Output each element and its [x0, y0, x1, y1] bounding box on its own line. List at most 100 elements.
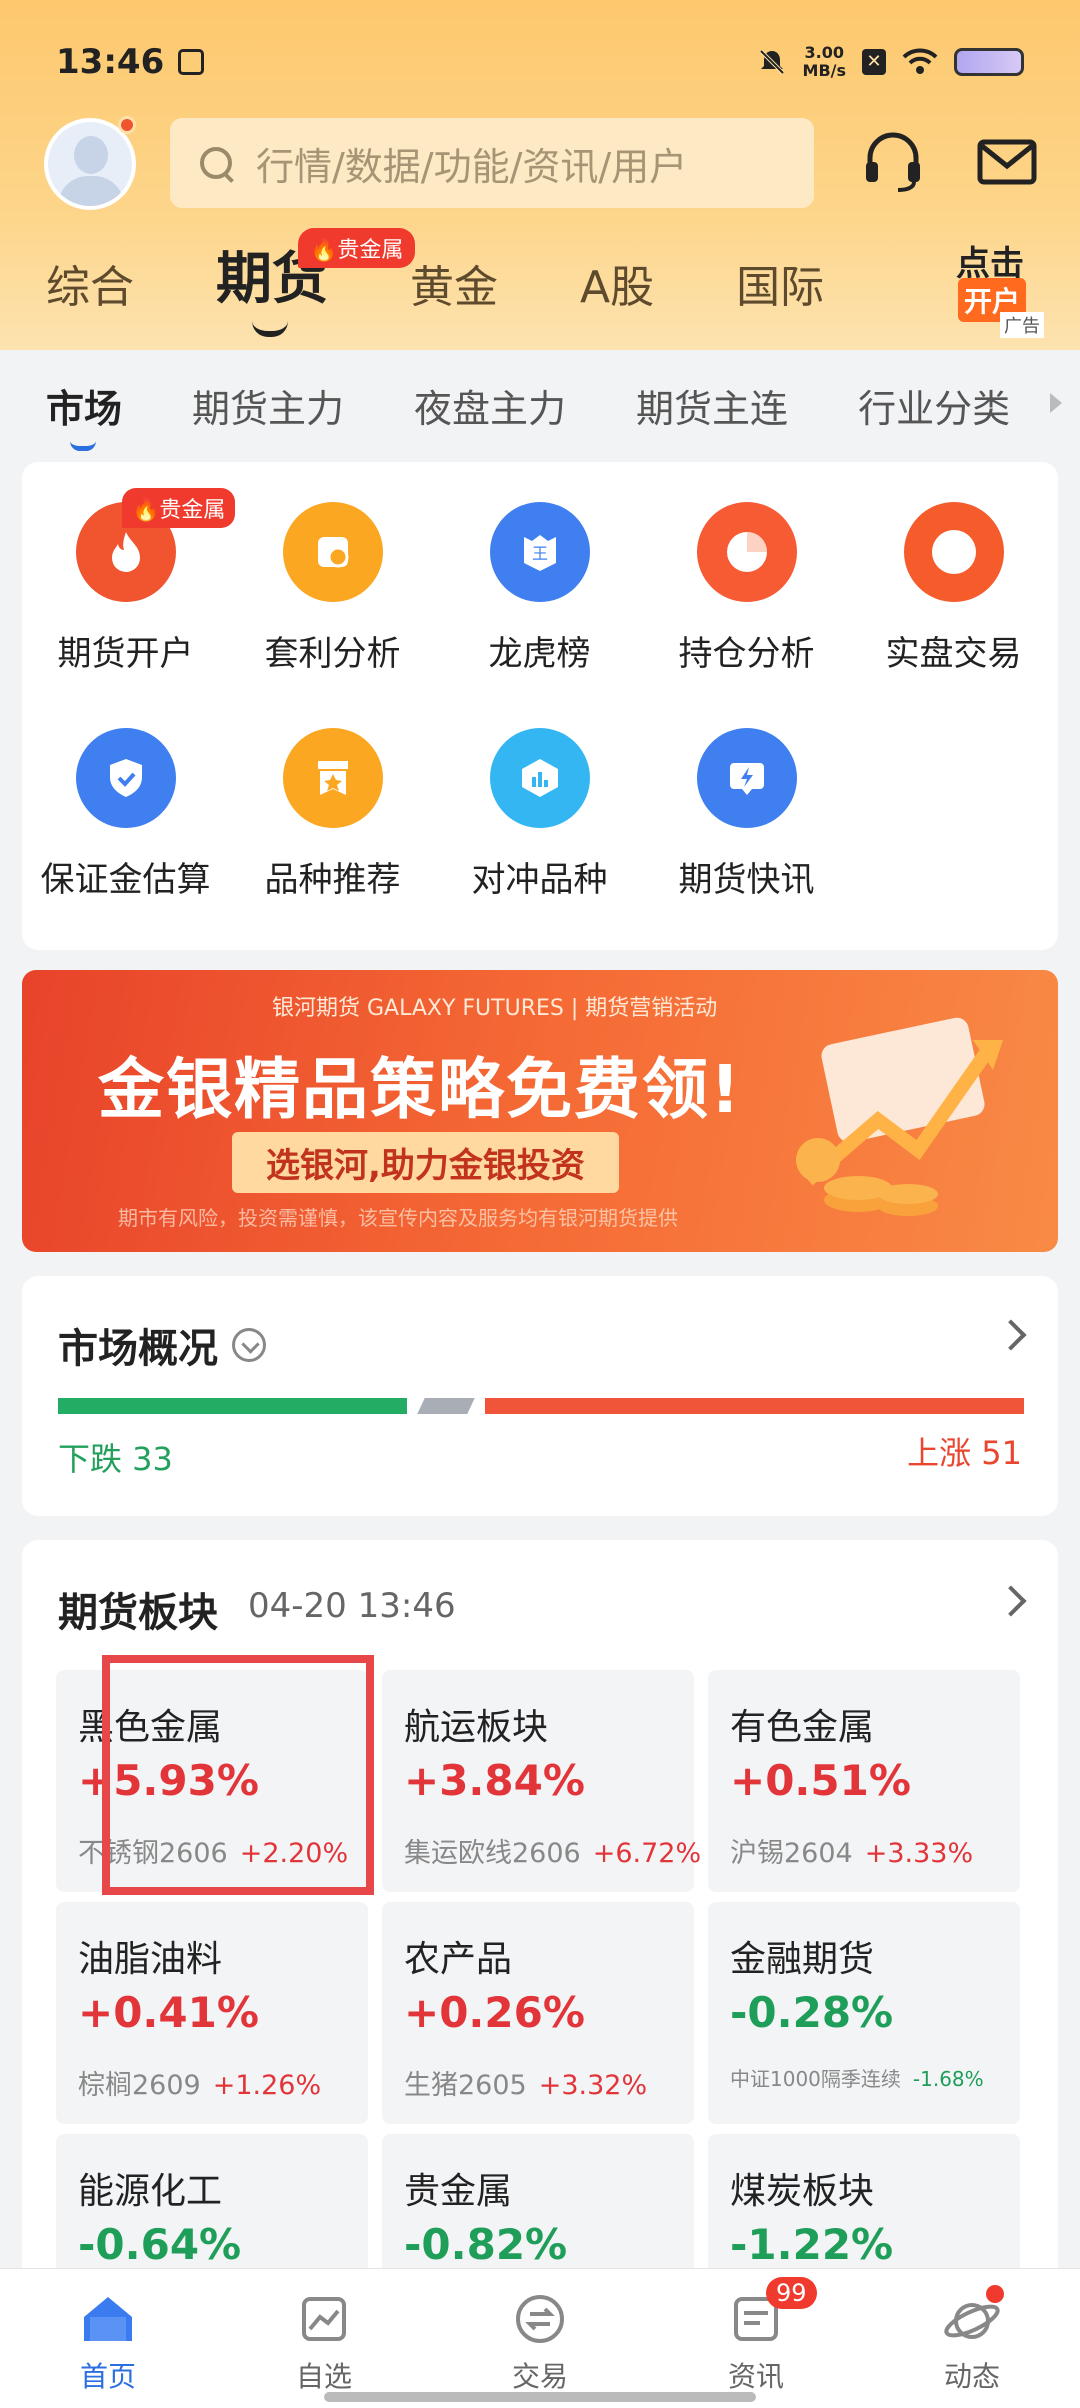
feature-arbitrage[interactable]: 套利分析	[229, 502, 436, 728]
sector-tile[interactable]: 农产品 +0.26% 生猪2605 +3.32%	[382, 1902, 694, 2124]
search-placeholder: 行情/数据/功能/资讯/用户	[256, 144, 688, 189]
lead-contract: 集运欧线2606 +6.72%	[404, 1831, 701, 1870]
screen-record-icon	[178, 49, 205, 75]
home-icon	[84, 2297, 132, 2341]
ribbon-star-icon	[282, 728, 383, 828]
tab-gold[interactable]: 黄金	[410, 251, 498, 315]
home-indicator	[324, 2392, 756, 2402]
header: 13:46 3.00 MB/s ✕ 行情/数据/功能/资讯/用户 综合 期货 黄金…	[0, 0, 1080, 350]
nav-watchlist[interactable]: 自选	[216, 2269, 432, 2408]
sim-off-icon: ✕	[862, 49, 886, 75]
subtab-industry[interactable]: 行业分类	[858, 378, 1010, 433]
sector-tile[interactable]: 金融期货 -0.28% 中证1000隔季连续 -1.68%	[708, 1902, 1020, 2124]
sector-change: +0.26%	[404, 1988, 585, 2037]
rise-count: 上涨 51	[907, 1434, 1022, 1472]
sector-name: 有色金属	[730, 1707, 875, 1748]
trade-icon	[516, 2295, 564, 2343]
sector-name: 金融期货	[730, 1939, 875, 1980]
sector-name: 能源化工	[78, 2171, 223, 2212]
sector-change: +0.51%	[730, 1756, 911, 1805]
subtab-main-contracts[interactable]: 期货主力	[192, 378, 344, 433]
lead-contract: 沪锡2604 +3.33%	[730, 1831, 1020, 1870]
bar-chart-icon	[489, 728, 590, 828]
tab-zonghe[interactable]: 综合	[46, 251, 134, 315]
lead-contract-change: +3.33%	[864, 1838, 974, 1869]
news-count-badge: 99	[766, 2277, 817, 2309]
lead-contract: 中证1000隔季连续 -1.68%	[730, 2063, 1020, 2092]
feed-notification-dot	[986, 2285, 1004, 2303]
lead-contract-name: 中证1000隔季连续	[730, 2067, 901, 2091]
lead-contract-name: 沪锡2604	[730, 1838, 853, 1869]
lead-contract-change: +1.26%	[212, 2070, 322, 2101]
lead-contract-name: 集运欧线2606	[404, 1838, 581, 1869]
advance-decline-bar	[58, 1398, 1024, 1414]
chevron-right-icon[interactable]	[995, 1319, 1027, 1351]
lead-contract: 棕榈2609 +1.26%	[78, 2063, 368, 2102]
nav-trade[interactable]: 交易	[432, 2269, 648, 2408]
nav-home[interactable]: 首页	[0, 2269, 216, 2408]
more-tabs-arrow-icon[interactable]	[1050, 393, 1062, 413]
sector-change: -0.64%	[78, 2220, 242, 2269]
sector-tile[interactable]: 油脂油料 +0.41% 棕榈2609 +1.26%	[56, 1902, 368, 2124]
sector-change: -0.28%	[730, 1988, 894, 2037]
feature-position-analysis[interactable]: 持仓分析	[643, 502, 850, 728]
open-account-ad[interactable]: 点击 开户 广告	[950, 236, 1046, 338]
sector-name: 航运板块	[404, 1707, 549, 1748]
subtab-continuous[interactable]: 期货主连	[636, 378, 788, 433]
mail-icon[interactable]	[972, 126, 1042, 196]
feature-hot-badge: 🔥贵金属	[122, 488, 236, 528]
feature-dragon-tiger[interactable]: 王 龙虎榜	[436, 502, 643, 728]
headset-icon[interactable]	[858, 126, 928, 196]
sector-change: -1.22%	[730, 2220, 894, 2269]
sector-change: -0.82%	[404, 2220, 568, 2269]
lead-contract-change: -1.68%	[912, 2067, 984, 2091]
lead-contract: 生猪2605 +3.32%	[404, 2063, 694, 2102]
feature-live-trading[interactable]: 实盘交易	[850, 502, 1057, 728]
tab-a-shares[interactable]: A股	[580, 251, 654, 315]
feature-margin-calc[interactable]: 保证金估算	[22, 728, 229, 954]
sub-tabs: 市场 期货主力 夜盘主力 期货主连 行业分类	[0, 350, 1080, 460]
battery-icon	[954, 48, 1024, 76]
shield-check-icon	[75, 728, 176, 828]
watchlist-icon	[302, 2297, 346, 2341]
subtab-market[interactable]: 市场	[46, 378, 122, 451]
coins-card-illustration-icon	[796, 1017, 1003, 1216]
futures-sectors-card: 期货板块 04-20 13:46 黑色金属 +5.93% 不锈钢2606 +2.20%…	[22, 1540, 1058, 2356]
notification-dot	[118, 116, 136, 134]
pie-icon	[696, 502, 797, 602]
market-overview-card[interactable]: 市场概况 下跌 33 上涨 51	[22, 1276, 1058, 1516]
sectors-time: 04-20 13:46	[248, 1586, 456, 1626]
chevron-down-circle-icon[interactable]	[232, 1328, 266, 1362]
mute-bell-icon	[759, 49, 784, 75]
wifi-icon	[902, 48, 938, 74]
network-speed: 3.00 MB/s	[802, 43, 846, 80]
sectors-title: 期货板块	[58, 1590, 218, 1636]
nav-feed[interactable]: 动态	[864, 2269, 1080, 2408]
feature-flash-news[interactable]: 期货快讯	[643, 728, 850, 954]
status-time: 13:46	[56, 42, 165, 82]
search-input[interactable]: 行情/数据/功能/资讯/用户	[170, 118, 814, 208]
lead-contract-change: +3.32%	[538, 2070, 648, 2101]
shield-king-icon: 王	[489, 502, 590, 602]
top-tabs: 综合 期货 黄金 A股 国际	[46, 245, 906, 337]
feature-open-account[interactable]: 期货开户 🔥贵金属	[22, 488, 236, 728]
nav-news[interactable]: 资讯 99	[648, 2269, 864, 2408]
promo-banner[interactable]: 银河期货 GALAXY FUTURES | 期货营销活动 金银精品策略免费领! …	[22, 970, 1058, 1252]
lead-contract-name: 生猪2605	[404, 2070, 527, 2101]
sector-tile[interactable]: 有色金属 +0.51% 沪锡2604 +3.33%	[708, 1670, 1020, 1892]
subtab-night-main[interactable]: 夜盘主力	[414, 378, 566, 433]
coin-icon	[282, 502, 383, 602]
sector-tile[interactable]: 航运板块 +3.84% 集运欧线2606 +6.72%	[382, 1670, 701, 1892]
feature-grid-card: 期货开户 🔥贵金属 套利分析 王 龙虎榜 持仓分析 实盘交易 保证金估算 品种推…	[22, 462, 1058, 950]
search-icon	[198, 145, 234, 181]
active-tab-caret	[252, 321, 288, 337]
banner-disclaimer: 期市有风险，投资需谨慎，该宣传内容及服务均有银河期货提供	[118, 1206, 678, 1230]
tab-international[interactable]: 国际	[736, 251, 824, 315]
chevron-right-icon[interactable]	[995, 1585, 1027, 1617]
bottom-nav: 首页 自选 交易 资讯 99 动态	[0, 2268, 1080, 2408]
feature-hedge[interactable]: 对冲品种	[436, 728, 643, 954]
svg-text:王: 王	[531, 544, 547, 563]
sector-change: +3.84%	[404, 1756, 585, 1805]
feature-recommend[interactable]: 品种推荐	[229, 728, 436, 954]
flash-screen-icon	[696, 728, 797, 828]
